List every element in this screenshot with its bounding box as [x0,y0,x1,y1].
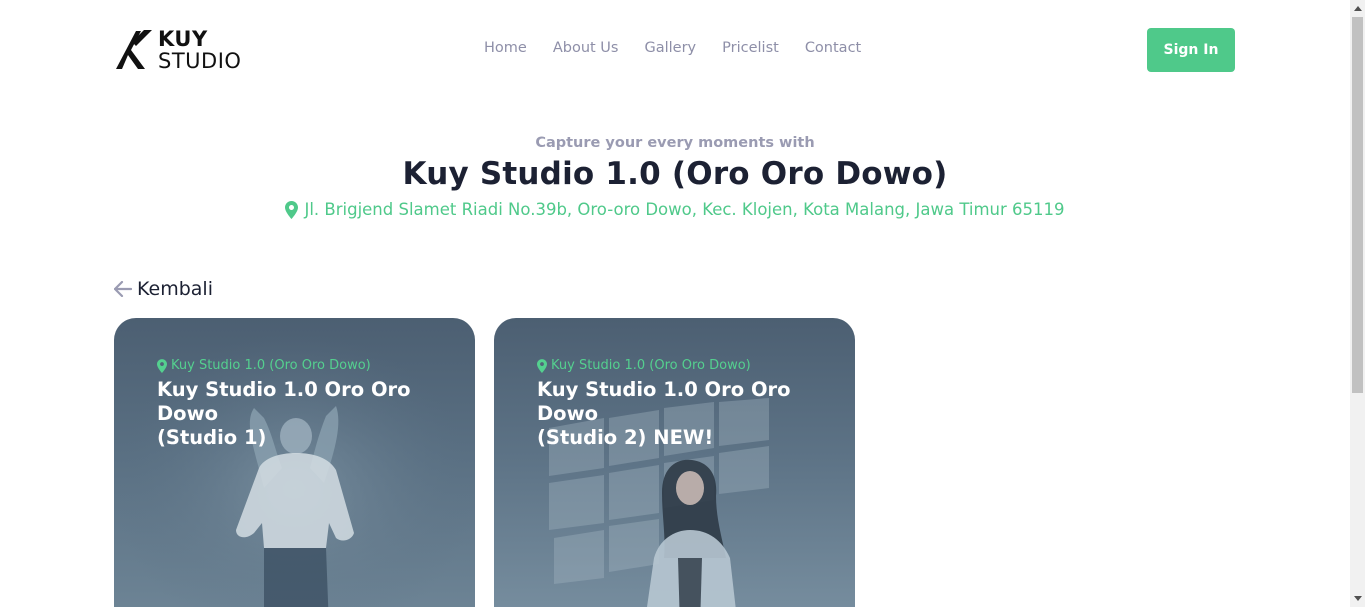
logo-line-kuy: KUY [158,27,208,51]
logo-line-studio: STUDIO [158,49,242,73]
nav-home[interactable]: Home [484,40,527,56]
back-label: Kembali [137,278,213,300]
scrollbar-thumb[interactable] [1352,17,1363,393]
back-link[interactable]: Kembali [114,278,213,300]
studio-card-2-content: Kuy Studio 1.0 (Oro Oro Dowo) Kuy Studio… [537,358,825,450]
studio-card-2[interactable]: Kuy Studio 1.0 (Oro Oro Dowo) Kuy Studio… [494,318,855,607]
map-pin-icon [157,358,167,373]
studio-card-2-location-text: Kuy Studio 1.0 (Oro Oro Dowo) [551,358,751,373]
scroll-up-arrow-icon[interactable] [1350,0,1365,17]
main-nav: Home About Us Gallery Pricelist Contact [484,40,887,56]
map-pin-icon [285,200,299,219]
studio-address: Jl. Brigjend Slamet Riadi No.39b, Oro-or… [0,200,1350,219]
page: KUY STUDIO Home About Us Gallery Priceli… [0,0,1350,607]
header: KUY STUDIO Home About Us Gallery Priceli… [114,28,1235,72]
map-pin-icon [537,358,547,373]
nav-contact[interactable]: Contact [805,40,861,56]
vertical-scrollbar[interactable] [1350,0,1365,607]
hero-tagline: Capture your every moments with [535,135,815,151]
studio-card-2-title-line2: (Studio 2) NEW! [537,426,714,449]
studio-card-1-location-text: Kuy Studio 1.0 (Oro Oro Dowo) [171,358,371,373]
nav-pricelist[interactable]: Pricelist [722,40,779,56]
studio-card-1-location: Kuy Studio 1.0 (Oro Oro Dowo) [157,358,445,373]
scroll-down-arrow-icon[interactable] [1350,590,1365,607]
kuy-logo-mark-icon [116,30,152,69]
page-title: Kuy Studio 1.0 (Oro Oro Dowo) [402,156,948,192]
studio-address-text: Jl. Brigjend Slamet Riadi No.39b, Oro-or… [304,200,1065,219]
nav-gallery[interactable]: Gallery [644,40,696,56]
studio-card-1-title: Kuy Studio 1.0 Oro Oro Dowo (Studio 1) [157,378,445,450]
studio-card-1-title-line2: (Studio 1) [157,426,267,449]
studio-card-2-title-line1: Kuy Studio 1.0 Oro Oro Dowo [537,378,791,425]
logo[interactable]: KUY STUDIO [114,28,254,72]
logo-text: KUY STUDIO [158,28,241,72]
hero: Capture your every moments with Kuy Stud… [0,135,1350,219]
studio-card-2-location: Kuy Studio 1.0 (Oro Oro Dowo) [537,358,825,373]
studio-card-2-title: Kuy Studio 1.0 Oro Oro Dowo (Studio 2) N… [537,378,825,450]
arrow-left-icon [114,281,132,297]
sign-in-button[interactable]: Sign In [1147,28,1235,72]
nav-about-us[interactable]: About Us [553,40,619,56]
studio-card-1-content: Kuy Studio 1.0 (Oro Oro Dowo) Kuy Studio… [157,358,445,450]
studio-card-1-title-line1: Kuy Studio 1.0 Oro Oro Dowo [157,378,411,425]
studio-card-1[interactable]: Kuy Studio 1.0 (Oro Oro Dowo) Kuy Studio… [114,318,475,607]
